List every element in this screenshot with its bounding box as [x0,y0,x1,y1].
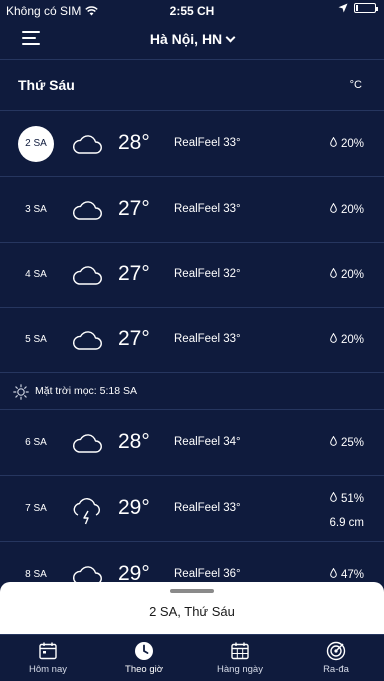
raindrop-icon [330,492,337,505]
precipitation: 51% [330,492,364,505]
app-header: Hà Nội, HN [0,22,384,58]
hour-label: 3 SA [25,204,47,215]
raindrop-icon [330,137,337,150]
location-selector[interactable]: Hà Nội, HN [0,31,384,47]
temperature: 29° [118,496,150,519]
tab-hourly[interactable]: Theo giờ [96,635,192,681]
hour-label: 6 SA [25,437,47,448]
bottom-sheet[interactable]: 2 SA, Thứ Sáu [0,582,384,634]
realfeel: RealFeel 36° [174,568,241,580]
precip-value: 51% [340,492,364,505]
tab-bar: Hôm nay Theo giờ Hàng ngày Ra-đa [0,634,384,681]
temperature: 27° [118,197,150,220]
tab-label: Hàng ngày [217,664,263,675]
temperature-unit: °C [349,79,362,91]
hour-label: 4 SA [25,269,47,280]
raindrop-icon [330,268,337,281]
tab-label: Hôm nay [28,664,67,675]
sheet-title: 2 SA, Thứ Sáu [149,604,235,619]
sunrise-text: Mặt trời mọc: 5:18 SA [35,385,138,397]
precipitation: 20% [330,333,364,346]
precip-value: 25% [340,436,364,449]
sheet-handle[interactable] [170,589,214,593]
raindrop-icon [330,436,337,449]
temperature: 28° [118,430,150,453]
precip-amount: 6.9 cm [329,517,364,529]
precip-value: 47% [340,568,364,581]
precipitation: 20% [330,203,364,216]
calendar-daily-icon [231,642,249,660]
temperature: 27° [118,262,150,285]
chevron-down-icon [225,32,236,43]
hour-label: 7 SA [25,503,47,514]
realfeel: RealFeel 33° [174,333,241,345]
location-name: Hà Nội, HN [149,31,223,47]
status-time: 2:55 CH [169,4,215,18]
tab-radar[interactable]: Ra-đa [288,635,384,681]
thunderstorm-icon [70,495,104,525]
precipitation: 20% [330,268,364,281]
precipitation: 20% [330,137,364,150]
hour-label: 5 SA [25,334,47,345]
radar-icon [326,641,346,661]
status-bar: Không có SIM 2:55 CH [0,0,384,22]
cloud-icon [70,260,104,290]
cloud-icon [70,195,104,225]
precip-value: 20% [340,203,364,216]
raindrop-icon [330,203,337,216]
hour-row[interactable]: 5 SA 27° RealFeel 33° 20% [0,307,384,373]
raindrop-icon [330,333,337,346]
hour-label: 2 SA [18,126,54,162]
hour-row[interactable]: 2 SA 28° RealFeel 33° 20% [0,111,384,177]
tab-today[interactable]: Hôm nay [0,635,96,681]
hour-row[interactable]: 4 SA 27° RealFeel 32° 20% [0,242,384,308]
status-right [338,3,378,13]
day-header: Thứ Sáu °C [0,70,384,100]
raindrop-icon [330,568,337,581]
tab-daily[interactable]: Hàng ngày [192,635,288,681]
precipitation: 25% [330,436,364,449]
cloud-icon [70,428,104,458]
precip-value: 20% [340,137,364,150]
sunrise-event: Mặt trời mọc: 5:18 SA [0,374,384,410]
hour-row[interactable]: 7 SA 29° RealFeel 33° 51% 6.9 cm [0,476,384,542]
header-divider [0,59,384,60]
realfeel: RealFeel 33° [174,502,241,514]
realfeel: RealFeel 34° [174,436,241,448]
sunrise-icon [13,384,29,400]
temperature: 28° [118,131,150,154]
precip-value: 20% [340,268,364,281]
realfeel: RealFeel 33° [174,137,241,149]
cloud-icon [70,325,104,355]
tab-label: Theo giờ [125,664,163,675]
realfeel: RealFeel 33° [174,203,241,215]
hour-row[interactable]: 6 SA 28° RealFeel 34° 25% [0,410,384,476]
calendar-today-icon [39,642,57,660]
temperature: 27° [118,327,150,350]
day-title: Thứ Sáu [18,77,75,93]
cloud-icon [70,129,104,159]
tab-label: Ra-đa [323,664,349,675]
precip-value: 20% [340,333,364,346]
realfeel: RealFeel 32° [174,268,241,280]
battery-icon [354,3,378,13]
precipitation: 47% [330,568,364,581]
clock-icon [135,642,153,660]
location-arrow-icon [338,3,348,13]
hour-row[interactable]: 3 SA 27° RealFeel 33° 20% [0,177,384,243]
